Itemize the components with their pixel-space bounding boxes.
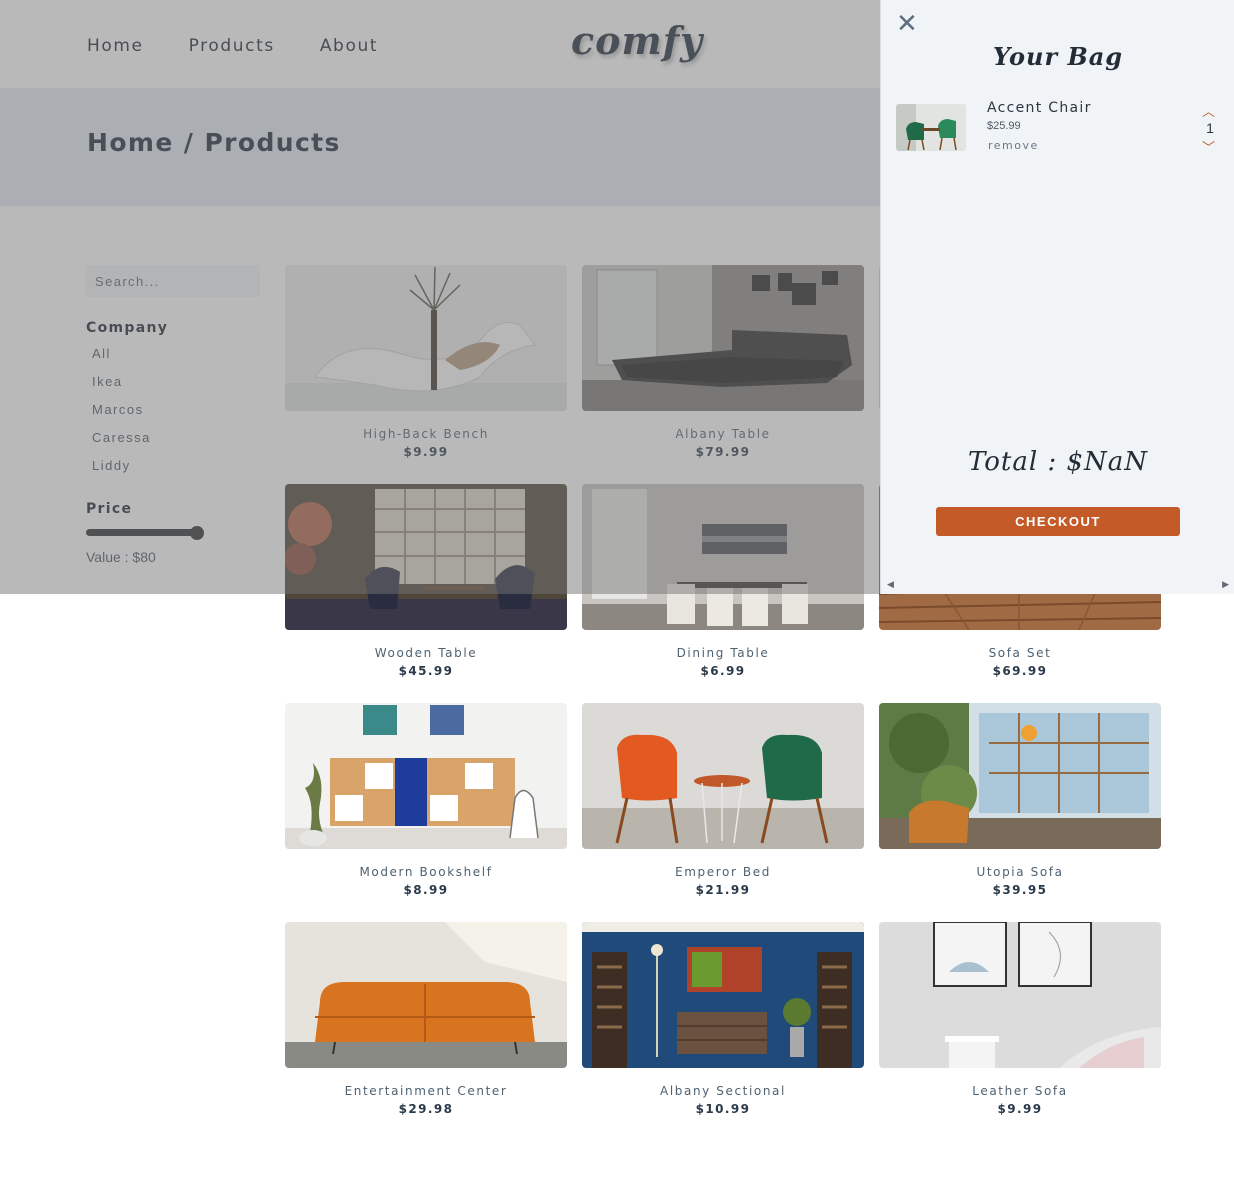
product-card[interactable]: Emperor Bed $21.99 (582, 703, 864, 897)
scroll-right-arrow-icon[interactable]: ▶ (1222, 580, 1229, 590)
product-card[interactable]: Utopia Sofa $39.95 (879, 703, 1161, 897)
cart-item-price: $25.99 (987, 120, 1021, 132)
product-price: $29.98 (398, 1102, 454, 1116)
product-name: Dining Table (676, 646, 770, 660)
horizontal-scrollbar[interactable]: ◀ ▶ (887, 580, 1229, 592)
product-name: Emperor Bed (675, 865, 771, 879)
product-image[interactable] (285, 922, 567, 1068)
cart-overlay[interactable] (0, 0, 880, 594)
product-name: Leather Sofa (972, 1084, 1068, 1098)
product-name: Albany Sectional (660, 1084, 786, 1098)
cart-total: Total : $NaN (967, 447, 1149, 477)
product-name: Utopia Sofa (976, 865, 1064, 879)
product-image[interactable] (285, 703, 567, 849)
close-icon[interactable]: ✕ (896, 10, 918, 38)
cart-item-quantity: 1 (1206, 120, 1214, 136)
product-name: Sofa Set (988, 646, 1052, 660)
product-card[interactable]: Entertainment Center $29.98 (285, 922, 567, 1116)
product-image[interactable] (879, 703, 1161, 849)
product-name: Wooden Table (374, 646, 478, 660)
cart-title: Your Bag (992, 42, 1124, 71)
product-name: Entertainment Center (344, 1084, 508, 1098)
cart-item-image (896, 104, 966, 151)
product-price: $21.99 (695, 883, 751, 897)
product-image[interactable] (582, 703, 864, 849)
chevron-up-icon[interactable]: ︿ (1202, 101, 1215, 120)
product-price: $39.95 (992, 883, 1048, 897)
cart-item: Accent Chair $25.99 remove ︿ 1 ﹀ (896, 100, 1216, 156)
product-price: $8.99 (403, 883, 449, 897)
product-price: $9.99 (997, 1102, 1043, 1116)
product-image[interactable] (879, 922, 1161, 1068)
product-card[interactable]: Albany Sectional $10.99 (582, 922, 864, 1116)
product-price: $10.99 (695, 1102, 751, 1116)
scroll-left-arrow-icon[interactable]: ◀ (887, 580, 894, 590)
product-price: $6.99 (700, 664, 746, 678)
checkout-button[interactable]: CHECKOUT (936, 507, 1180, 536)
remove-button[interactable]: remove (988, 139, 1039, 152)
product-name: Modern Bookshelf (359, 865, 493, 879)
product-card[interactable]: Modern Bookshelf $8.99 (285, 703, 567, 897)
chevron-down-icon[interactable]: ﹀ (1202, 137, 1215, 156)
cart-sidebar: ✕ Your Bag Accent Chair $25.99 remove ︿ … (880, 0, 1234, 594)
product-price: $45.99 (398, 664, 454, 678)
product-image[interactable] (582, 922, 864, 1068)
product-card[interactable]: Leather Sofa $9.99 (879, 922, 1161, 1116)
cart-item-name: Accent Chair (987, 100, 1092, 116)
product-price: $69.99 (992, 664, 1048, 678)
